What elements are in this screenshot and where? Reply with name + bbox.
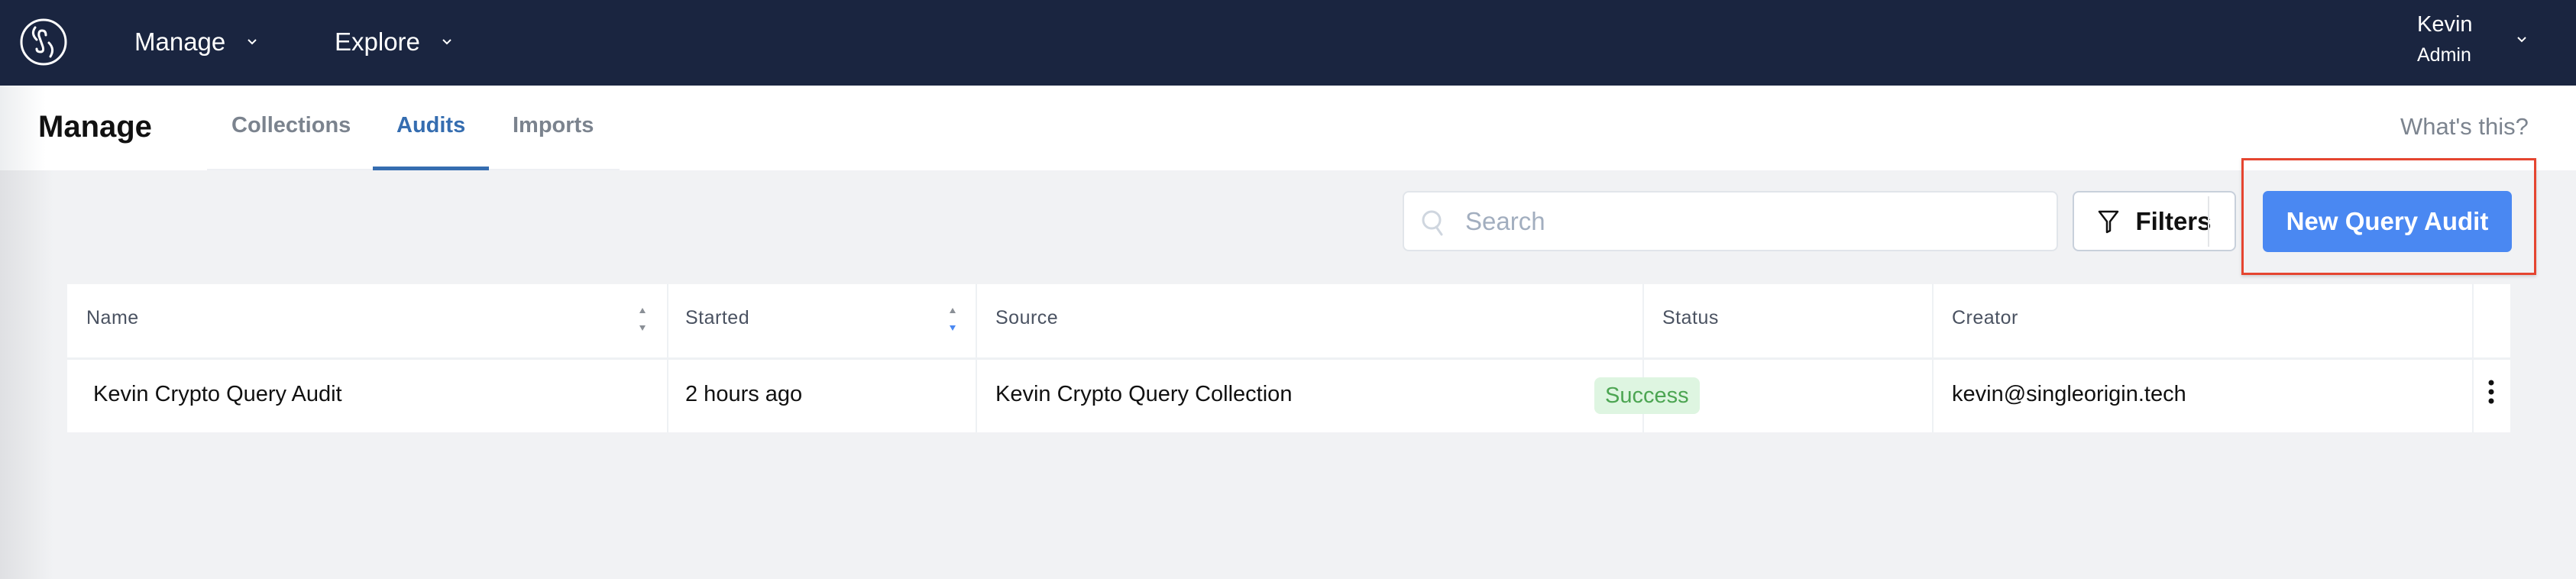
top-navbar: Manage Explore Kevin Admin <box>0 0 2576 86</box>
tab-imports[interactable]: Imports <box>513 113 594 138</box>
nav-explore-menu[interactable]: Explore <box>335 23 454 61</box>
search-input[interactable] <box>1465 192 2046 250</box>
user-role: Admin <box>2417 44 2471 66</box>
tab-audits[interactable]: Audits <box>396 113 465 138</box>
filters-label: Filters <box>2135 206 2212 235</box>
page-edge-shade <box>0 170 53 579</box>
header-row-divider <box>67 357 2510 360</box>
user-menu[interactable]: Kevin Admin <box>2417 9 2473 70</box>
column-header-started[interactable]: Started <box>685 307 749 329</box>
column-divider <box>2472 284 2474 432</box>
sort-icon[interactable] <box>637 304 648 335</box>
nav-explore-label: Explore <box>335 27 420 56</box>
filter-icon <box>2099 210 2119 233</box>
filters-button[interactable]: Filters <box>2073 191 2236 251</box>
status-badge: Success <box>1594 377 1700 414</box>
single-origin-logo[interactable] <box>18 17 69 67</box>
cell-creator: kevin@singleorigin.tech <box>1952 382 2186 406</box>
chevron-down-icon[interactable] <box>2515 33 2529 47</box>
cell-name[interactable]: Kevin Crypto Query Audit <box>93 382 342 407</box>
highlight-annotation-box <box>2241 158 2536 275</box>
column-divider <box>976 284 977 432</box>
nav-manage-label: Manage <box>134 27 226 56</box>
column-divider <box>1932 284 1934 432</box>
nav-manage-menu[interactable]: Manage <box>134 23 259 61</box>
user-name: Kevin <box>2417 12 2473 37</box>
column-header-status: Status <box>1662 307 1719 328</box>
page-title: Manage <box>38 110 152 144</box>
search-field[interactable] <box>1403 191 2058 251</box>
column-header-creator: Creator <box>1952 307 2018 328</box>
chevron-down-icon <box>442 39 451 45</box>
toolbar-divider <box>2208 196 2209 247</box>
tab-collections[interactable]: Collections <box>231 113 351 138</box>
cell-source: Kevin Crypto Query Collection <box>995 382 1293 406</box>
column-header-source: Source <box>995 307 1059 328</box>
sort-desc-icon[interactable] <box>947 304 958 335</box>
cell-started: 2 hours ago <box>685 382 803 406</box>
column-header-name[interactable]: Name <box>86 307 139 329</box>
audits-table: Name Started Source Status Creator Kevin… <box>67 284 2510 432</box>
column-divider <box>667 284 668 432</box>
page-subheader <box>0 86 2576 170</box>
search-icon <box>1422 210 1443 236</box>
chevron-down-icon <box>248 39 257 45</box>
active-tab-indicator <box>373 167 489 170</box>
whats-this-link[interactable]: What's this? <box>2400 113 2529 141</box>
more-options-icon[interactable] <box>2480 377 2503 408</box>
